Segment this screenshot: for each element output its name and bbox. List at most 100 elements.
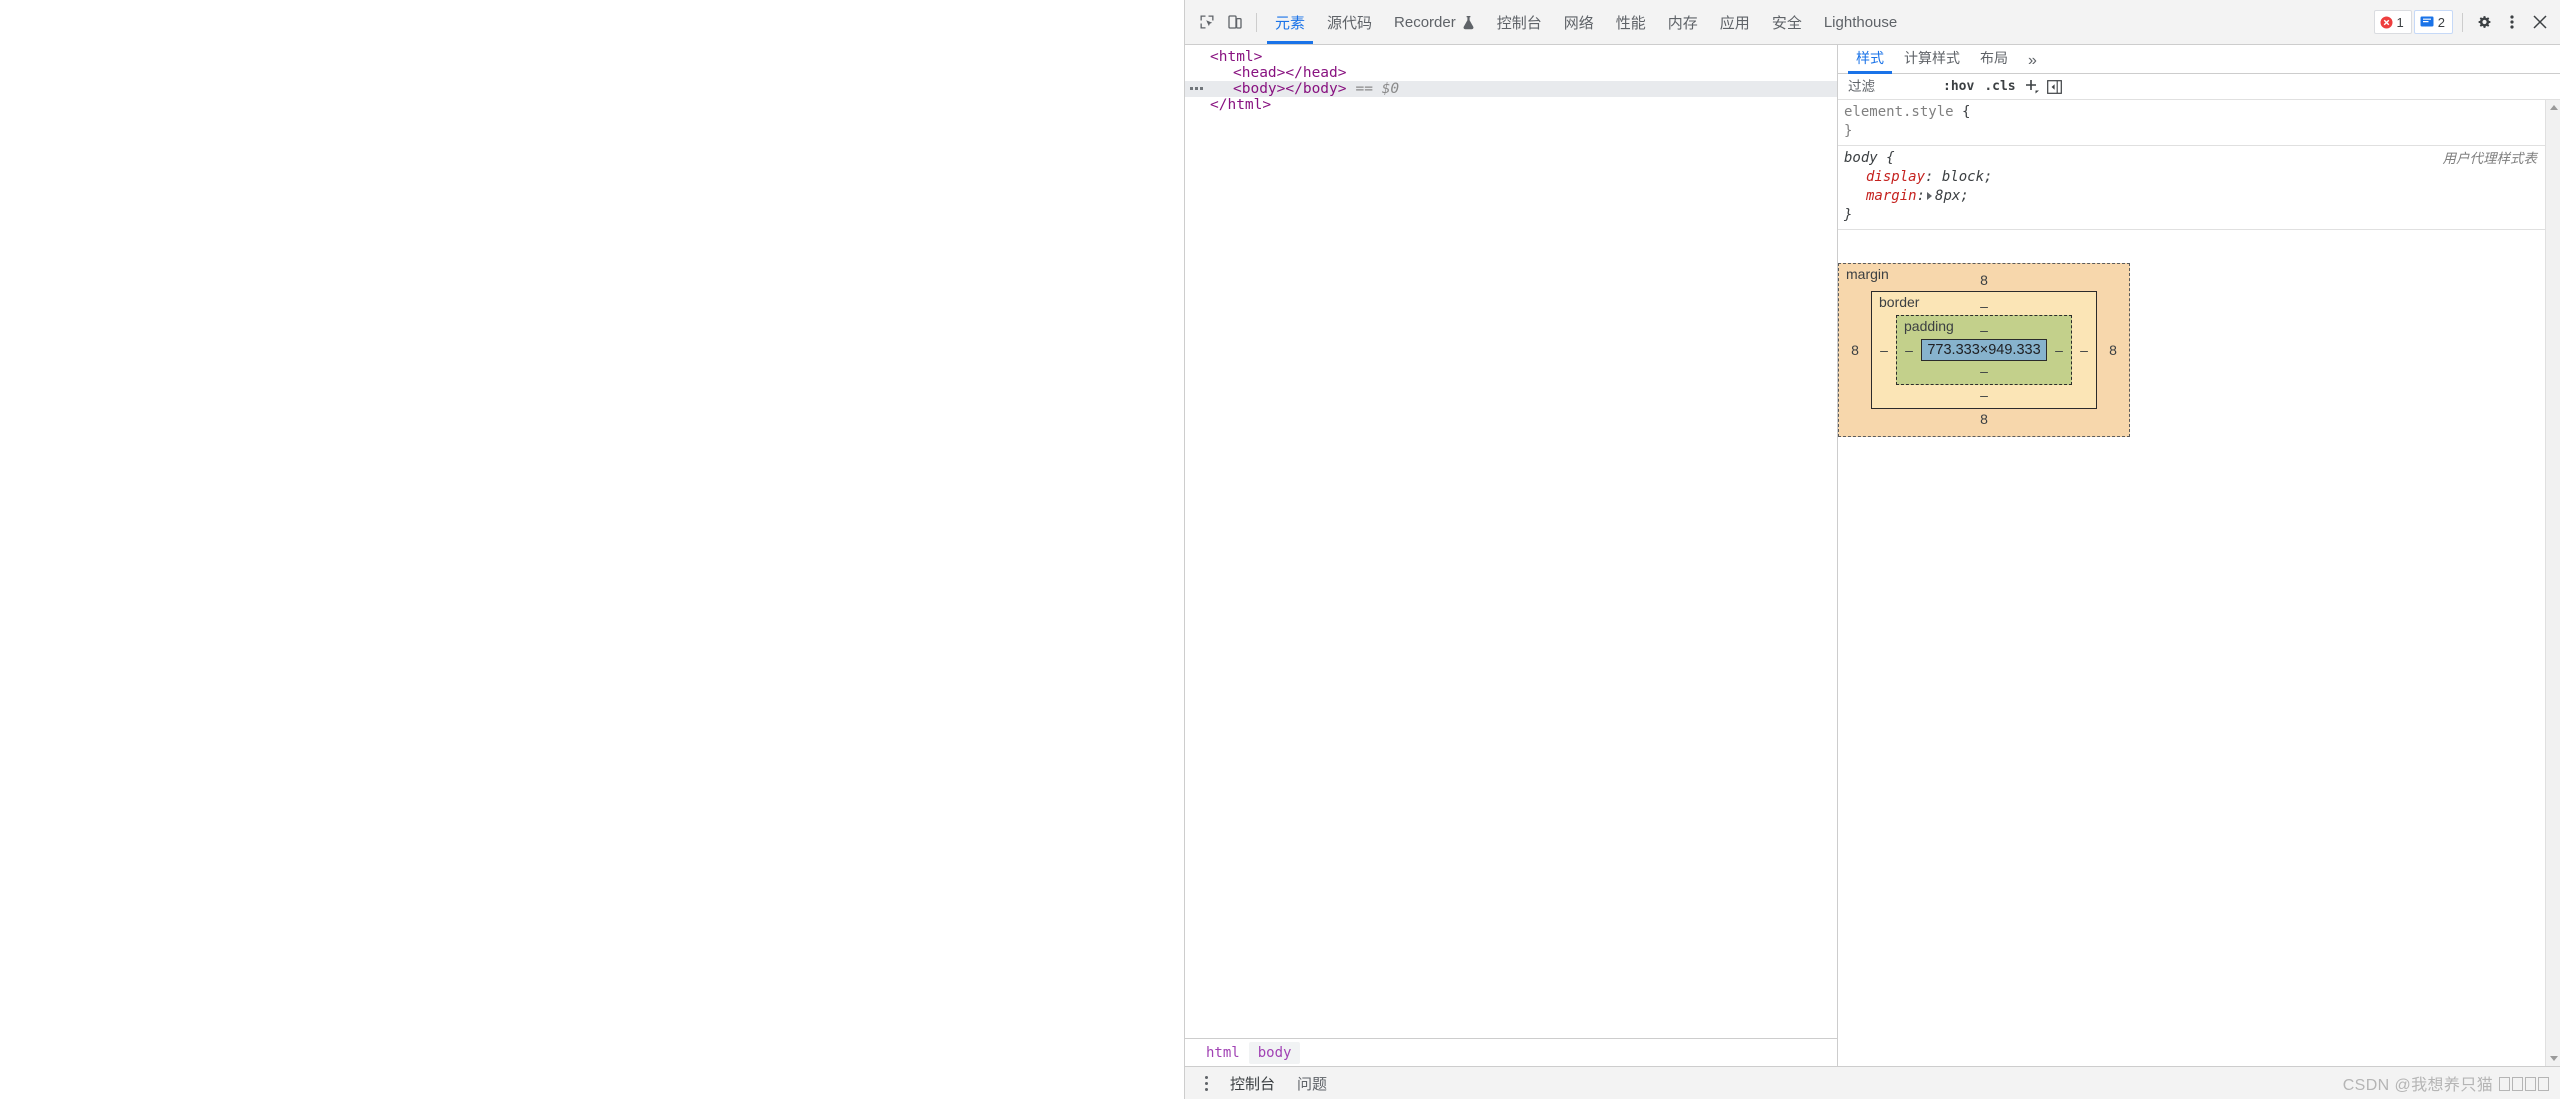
styles-rules-list[interactable]: element.style { } body { 用户代理样式表 display… [1838,100,2560,1066]
missing-glyph-box [2538,1077,2549,1091]
tab-application[interactable]: 应用 [1709,0,1761,44]
box-model-padding-bottom[interactable]: – [1897,361,2071,380]
styles-scrollbar[interactable] [2545,100,2560,1066]
tab-sources[interactable]: 源代码 [1316,0,1383,44]
message-count-badge[interactable]: 2 [2413,10,2453,34]
drawer-tab-issues[interactable]: 问题 [1286,1073,1338,1094]
devtools-body: <html> <head></head> <body></body> == $0… [1185,45,2560,1066]
dom-row-collapsed-dots-icon[interactable] [1185,87,1210,91]
dom-row-body[interactable]: <body></body> == $0 [1185,81,1837,97]
search-input[interactable] [1846,78,1938,95]
style-rule-element-style[interactable]: element.style { } [1838,100,2545,146]
tab-memory[interactable]: 内存 [1657,0,1709,44]
dom-tree[interactable]: <html> <head></head> <body></body> == $0… [1185,45,1837,1038]
error-count-badge[interactable]: 1 [2373,10,2412,34]
dom-row-text: </html> [1210,97,1272,113]
box-model-padding-box: padding – – 773.333×949.333 – – [1896,315,2072,385]
styles-tab-bar: 样式 计算样式 布局 » [1838,45,2560,74]
tab-computed[interactable]: 计算样式 [1894,48,1970,73]
error-icon [2380,16,2393,28]
dom-row-html-close[interactable]: </html> [1185,97,1837,113]
toolbar-divider-2 [2462,12,2463,32]
dom-row-text: <head></head> [1233,65,1347,81]
arrow-up-glyph [2549,105,2558,110]
style-property-value[interactable]: 8px [1935,188,1960,204]
box-model-padding-left[interactable]: – [1897,339,1921,361]
toolbar-divider [1256,12,1257,32]
kebab-menu-icon[interactable] [1193,1070,1219,1096]
box-model-padding-top[interactable]: – [1897,320,2071,339]
box-model-margin-bottom[interactable]: 8 [1839,409,2129,430]
tab-security[interactable]: 安全 [1761,0,1813,44]
style-declaration-display[interactable]: display: block; [1844,168,2545,187]
inspect-element-icon[interactable] [1193,8,1221,36]
hov-state-button[interactable]: :hov [1938,77,1979,96]
breadcrumb-item-html[interactable]: html [1197,1042,1249,1064]
expand-shorthand-icon[interactable] [1927,192,1933,200]
style-declaration-margin[interactable]: margin: 8px; [1844,187,2545,206]
style-rule-body[interactable]: body { 用户代理样式表 display: block; margin: 8p… [1838,146,2545,230]
dom-row-selected-marker: == $0 [1355,81,1400,97]
box-model-padding-right[interactable]: – [2047,339,2071,361]
scroll-down-icon[interactable] [2546,1051,2560,1066]
drawer-tab-console[interactable]: 控制台 [1219,1073,1286,1094]
style-rule-open-brace: { [1953,104,1971,120]
tab-performance[interactable]: 性能 [1605,0,1657,44]
style-rule-close-brace: } [1844,207,1853,223]
missing-glyph-box [2525,1077,2536,1091]
tab-application-label: 应用 [1719,14,1750,32]
tab-more-panels[interactable]: » [2018,52,2047,73]
device-toolbar-icon[interactable] [1221,8,1249,36]
tab-recorder-label: Recorder [1394,13,1456,31]
style-property-value[interactable]: block [1942,169,1984,185]
dom-row-html-open[interactable]: <html> [1185,49,1837,65]
chevron-double-right-icon: » [2028,52,2037,69]
plus-glyph [2026,80,2040,94]
tab-network[interactable]: 网络 [1553,0,1605,44]
box-model-border-bottom[interactable]: – [1872,385,2096,404]
dom-row-head[interactable]: <head></head> [1185,65,1837,81]
flask-glyph [1463,15,1474,29]
box-model-margin-left[interactable]: 8 [1839,291,1871,409]
kebab-glyph [2510,15,2514,29]
box-model-border-box: border – – padding – – 773.333×949.333 –… [1871,291,2097,409]
tab-styles[interactable]: 样式 [1846,48,1894,74]
cls-button[interactable]: .cls [1979,77,2020,96]
screen: 元素 源代码 Recorder 控制台 网络 性能 内存 应用 安全 Light… [0,0,2560,1099]
style-property-name[interactable]: margin [1866,188,1917,204]
missing-glyph-box [2499,1077,2510,1091]
toggle-element-state-icon[interactable] [2045,78,2065,96]
plus-icon[interactable] [2023,78,2043,96]
styles-spacer [1838,230,2545,263]
tab-layout[interactable]: 布局 [1970,48,2018,73]
device-toolbar-glyph [1228,15,1242,29]
tab-elements[interactable]: 元素 [1264,0,1316,44]
tab-recorder[interactable]: Recorder [1383,0,1486,44]
box-model-border-right[interactable]: – [2072,315,2096,385]
tab-network-label: 网络 [1563,14,1594,32]
box-model-diagram: margin 8 8 border – – padding – – 773.33… [1838,263,2130,437]
gear-icon[interactable] [2470,8,2498,36]
style-property-semicolon: ; [1984,169,1993,185]
tab-lighthouse[interactable]: Lighthouse [1813,0,1908,44]
drawer-tab-issues-label: 问题 [1297,1075,1328,1093]
box-model-content-size[interactable]: 773.333×949.333 [1921,339,2047,361]
tab-console[interactable]: 控制台 [1486,0,1553,44]
box-model-border-left[interactable]: – [1872,315,1896,385]
page-viewport [0,0,1184,1099]
issue-counters: 1 2 [2373,10,2455,34]
style-rule-origin: 用户代理样式表 [2442,151,2538,166]
box-model-margin-right[interactable]: 8 [2097,291,2129,409]
style-rule-selector[interactable]: element.style [1844,104,1954,120]
styles-filter-bar: :hov .cls [1838,74,2560,100]
breadcrumb-item-body[interactable]: body [1248,1041,1301,1064]
tab-sources-label: 源代码 [1327,14,1373,32]
style-rule-selector[interactable]: body [1844,150,1878,166]
style-rule-close-brace: } [1844,123,1853,139]
style-property-name[interactable]: display [1866,169,1925,185]
close-icon[interactable] [2526,8,2554,36]
scroll-up-icon[interactable] [2546,100,2560,115]
inspect-element-glyph [1200,15,1214,29]
box-model-border-top[interactable]: – [1872,296,2096,315]
kebab-menu-icon[interactable] [2498,8,2526,36]
